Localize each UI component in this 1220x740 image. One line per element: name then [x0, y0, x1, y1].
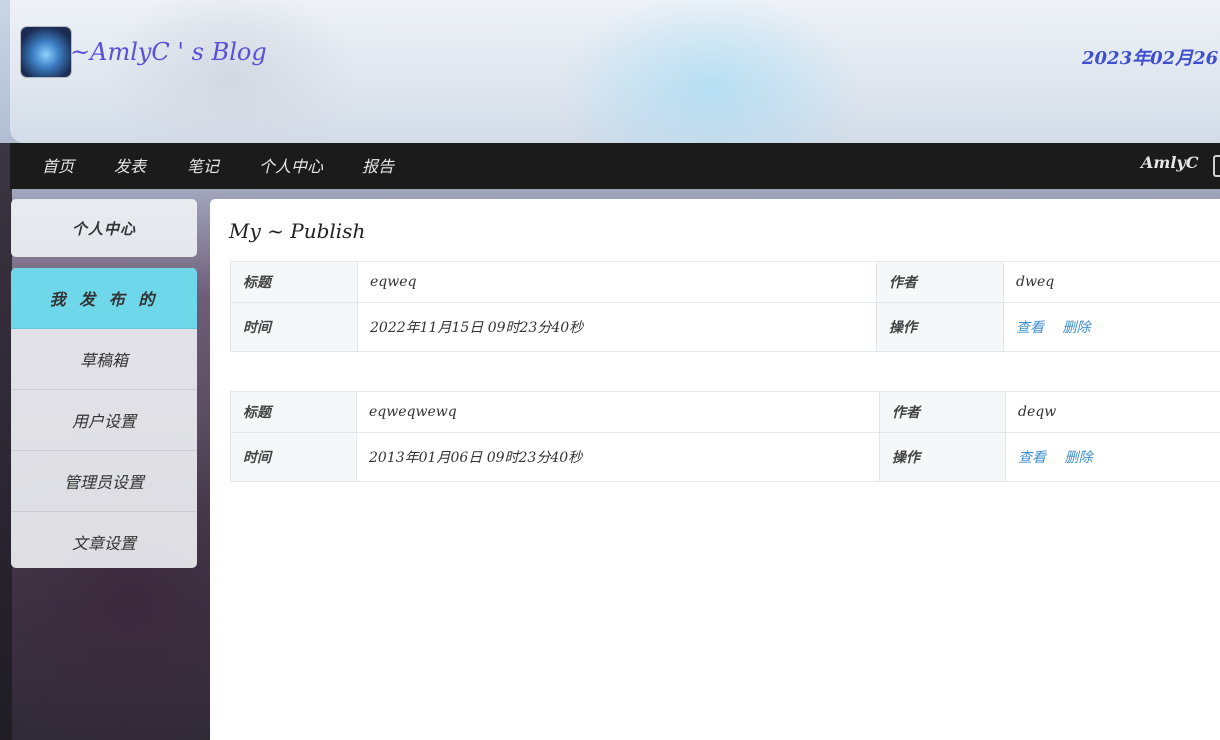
nav-item-report[interactable]: 报告	[362, 153, 394, 177]
post-title: eqweqwewq	[356, 391, 880, 433]
header-date: 2023年02月26日	[1082, 48, 1220, 69]
post-title: eqweq	[357, 261, 877, 303]
post-row: 标题 eqweq 作者 dweq	[230, 261, 1220, 303]
delete-link[interactable]: 删除	[1062, 320, 1090, 336]
nav-item-publish[interactable]: 发表	[114, 153, 146, 177]
view-link[interactable]: 查看	[1018, 450, 1046, 466]
post-time: 2022年11月15日 09时23分40秒	[357, 302, 877, 352]
sidebar-item-my-posts[interactable]: 我 发 布 的	[11, 268, 197, 329]
sidebar-item-article-settings[interactable]: 文章设置	[11, 512, 197, 568]
post-author: deqw	[1005, 391, 1220, 433]
time-label: 时间	[230, 432, 357, 482]
post-actions: 查看 删除	[1003, 302, 1220, 352]
time-label: 时间	[230, 302, 358, 352]
title-label: 标题	[230, 261, 358, 303]
post-row: 时间 2022年11月15日 09时23分40秒 操作 查看 删除	[230, 302, 1220, 352]
nav-user-name[interactable]: AmlyC	[1141, 153, 1198, 172]
post-time: 2013年01月06日 09时23分40秒	[356, 432, 880, 482]
post-row: 时间 2013年01月06日 09时23分40秒 操作 查看 删除	[230, 432, 1220, 482]
post-table: 标题 eqweqwewq 作者 deqw 时间 2013年01月06日 09时2…	[230, 391, 1220, 482]
sidebar-heading: 个人中心	[11, 199, 197, 257]
action-label: 操作	[879, 432, 1006, 482]
top-navbar: 首页 发表 笔记 个人中心 报告 AmlyC	[10, 143, 1220, 189]
post-row: 标题 eqweqwewq 作者 deqw	[230, 391, 1220, 433]
main-content: My ~ Publish 标题 eqweq 作者 dweq 时间 2022年11…	[210, 199, 1220, 740]
page-title: My ~ Publish	[229, 219, 366, 243]
nav-item-personal-center[interactable]: 个人中心	[259, 153, 323, 177]
post-author: dweq	[1003, 261, 1220, 303]
nav-menu-icon[interactable]	[1213, 155, 1220, 177]
sidebar-menu: 我 发 布 的 草稿箱 用户设置 管理员设置 文章设置	[11, 268, 197, 568]
sidebar-item-user-settings[interactable]: 用户设置	[11, 390, 197, 451]
author-label: 作者	[879, 391, 1006, 433]
author-label: 作者	[876, 261, 1004, 303]
action-label: 操作	[876, 302, 1004, 352]
view-link[interactable]: 查看	[1016, 320, 1044, 336]
post-table: 标题 eqweq 作者 dweq 时间 2022年11月15日 09时23分40…	[230, 261, 1220, 352]
site-title[interactable]: ~AmlyC ' s Blog	[70, 38, 267, 66]
site-header	[10, 0, 1220, 143]
sidebar-item-drafts[interactable]: 草稿箱	[11, 329, 197, 390]
post-actions: 查看 删除	[1005, 432, 1220, 482]
sidebar-item-admin-settings[interactable]: 管理员设置	[11, 451, 197, 512]
delete-link[interactable]: 删除	[1064, 450, 1092, 466]
nav-item-notes[interactable]: 笔记	[187, 153, 219, 177]
nav-item-home[interactable]: 首页	[42, 153, 74, 177]
site-logo[interactable]	[21, 27, 71, 77]
title-label: 标题	[230, 391, 357, 433]
